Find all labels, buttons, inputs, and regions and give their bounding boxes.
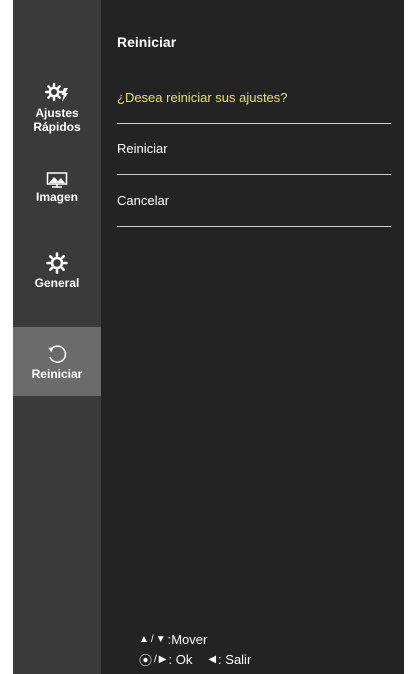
sidebar-item-quick-settings[interactable]: Ajustes Rápidos: [13, 82, 101, 152]
divider: [117, 123, 391, 124]
gear-icon: [46, 252, 68, 274]
quick-settings-icon: [45, 82, 68, 102]
sidebar: Ajustes Rápidos Imagen General Reiniciar: [13, 0, 101, 674]
divider: [117, 226, 391, 227]
separator-slash: /: [150, 634, 154, 645]
sidebar-label-quick-settings-line2: Rápidos: [33, 120, 81, 134]
main-panel: Reiniciar ¿Desea reiniciar sus ajustes? …: [101, 0, 404, 674]
cancel-option[interactable]: Cancelar: [117, 193, 169, 208]
help-move: ▲ / ▼ :Mover: [139, 632, 207, 647]
help-ok-label: : Ok: [168, 652, 193, 667]
sidebar-label-image: Imagen: [35, 190, 78, 204]
reset-icon: [48, 344, 67, 363]
reset-question: ¿Desea reiniciar sus ajustes?: [117, 90, 288, 105]
sidebar-label-reset: Reiniciar: [31, 366, 83, 381]
help-move-label: :Mover: [167, 632, 208, 647]
help-exit-label: : Salir: [218, 652, 252, 667]
separator-slash: /: [154, 654, 157, 665]
left-arrow-icon: ◀: [208, 654, 217, 665]
right-arrow-icon: ▶: [158, 654, 167, 665]
sidebar-item-image[interactable]: Imagen: [13, 172, 101, 218]
sidebar-label-general: General: [34, 276, 80, 290]
osd-menu: Ajustes Rápidos Imagen General Reiniciar…: [13, 0, 404, 674]
sidebar-item-reset[interactable]: Reiniciar: [13, 327, 101, 396]
help-ok-exit: ⦿ / ▶ : Ok ◀ : Salir: [139, 650, 251, 669]
reset-option[interactable]: Reiniciar: [117, 141, 168, 156]
sidebar-item-general[interactable]: General: [13, 252, 101, 298]
down-arrow-icon: ▼: [155, 634, 166, 645]
ok-circle-icon: ⦿: [139, 653, 153, 668]
up-arrow-icon: ▲: [139, 634, 149, 645]
sidebar-label-quick-settings-line1: Ajustes: [35, 106, 79, 120]
page-title: Reiniciar: [117, 34, 177, 50]
image-icon: [46, 172, 68, 188]
divider: [117, 174, 391, 175]
